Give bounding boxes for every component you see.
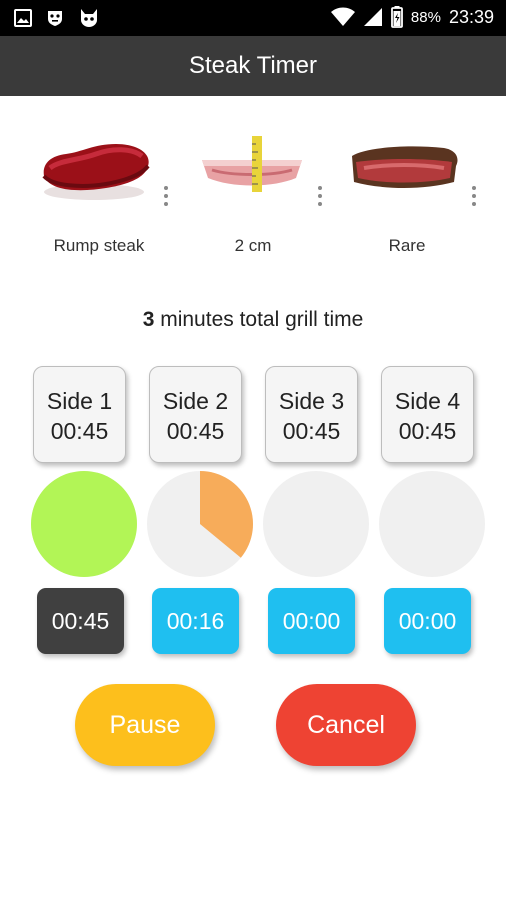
- signal-icon: [363, 8, 382, 26]
- doneness-menu-icon[interactable]: [470, 186, 478, 212]
- clock: 23:39: [448, 6, 494, 27]
- side-4-countdown: 00:00: [384, 588, 471, 654]
- battery-percent: 88%: [410, 8, 441, 26]
- doneness-label: Rare: [388, 236, 426, 255]
- side-2-button[interactable]: Side 2 00:45: [149, 366, 242, 463]
- steak-thickness-image: [202, 136, 302, 192]
- side-2-progress: [147, 471, 253, 577]
- side-time: 00:45: [50, 418, 109, 444]
- side-3-countdown: 00:00: [268, 588, 355, 654]
- side-4-progress: [379, 471, 485, 577]
- rare-steak-image: [352, 146, 458, 188]
- cut-selector[interactable]: Rump steak: [24, 120, 192, 270]
- side-name: Side 1: [46, 388, 113, 414]
- side-name: Side 2: [162, 388, 229, 414]
- side-3-progress: [263, 471, 369, 577]
- side-time: 00:45: [398, 418, 457, 444]
- doneness-selector[interactable]: Rare: [332, 120, 500, 270]
- side-1-countdown: 00:45: [37, 588, 124, 654]
- cut-label: Rump steak: [53, 236, 145, 255]
- status-bar: 88% 23:39: [0, 0, 506, 36]
- cat-icon: [81, 9, 97, 27]
- side-name: Side 3: [278, 388, 345, 414]
- battery-icon: [391, 6, 403, 28]
- side-time: 00:45: [282, 418, 341, 444]
- side-time: 00:45: [166, 418, 225, 444]
- side-4-button[interactable]: Side 4 00:45: [381, 366, 474, 463]
- thickness-label: 2 cm: [234, 236, 272, 255]
- side-3-button[interactable]: Side 3 00:45: [265, 366, 358, 463]
- total-minutes: 3: [142, 308, 155, 331]
- cancel-button[interactable]: Cancel: [276, 684, 416, 766]
- side-1-progress: [30, 471, 137, 577]
- side-1-button[interactable]: Side 1 00:45: [33, 366, 126, 463]
- total-suffix: minutes total grill time: [160, 308, 364, 331]
- thickness-selector[interactable]: 2 cm: [178, 120, 346, 270]
- side-name: Side 4: [394, 388, 461, 414]
- thickness-menu-icon[interactable]: [316, 186, 324, 212]
- side-2-countdown: 00:16: [152, 588, 239, 654]
- shield-face-icon: [48, 11, 62, 26]
- image-icon: [14, 9, 32, 27]
- raw-steak-image: [42, 144, 150, 200]
- cut-menu-icon[interactable]: [162, 186, 170, 212]
- total-grill-time: 3 minutes total grill time: [0, 308, 506, 332]
- wifi-icon: [330, 7, 355, 26]
- app-title: Steak Timer: [188, 52, 318, 79]
- pause-button[interactable]: Pause: [75, 684, 215, 766]
- app-bar: Steak Timer: [0, 36, 506, 96]
